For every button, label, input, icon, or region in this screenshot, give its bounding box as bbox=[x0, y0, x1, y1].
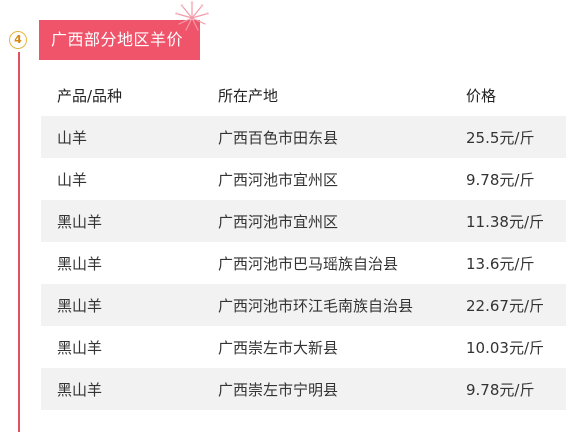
section-number-badge: 4 bbox=[9, 31, 27, 49]
cell-product: 黑山羊 bbox=[57, 296, 103, 315]
cell-product: 山羊 bbox=[57, 128, 88, 147]
table-header-row: 产品/品种 所在产地 价格 bbox=[41, 74, 566, 116]
table-row: 山羊 广西河池市宜州区 9.78元/斤 bbox=[41, 158, 566, 200]
table-row: 黑山羊 广西河池市宜州区 11.38元/斤 bbox=[41, 200, 566, 242]
cell-price: 10.03元/斤 bbox=[466, 338, 544, 357]
cell-origin: 广西河池市巴马瑶族自治县 bbox=[218, 254, 399, 273]
cell-origin: 广西崇左市宁明县 bbox=[218, 380, 339, 399]
cell-price: 25.5元/斤 bbox=[466, 128, 535, 147]
header-price: 价格 bbox=[466, 86, 497, 105]
cell-origin: 广西河池市环江毛南族自治县 bbox=[218, 296, 414, 315]
table-row: 黑山羊 广西崇左市宁明县 9.78元/斤 bbox=[41, 368, 566, 410]
cell-product: 黑山羊 bbox=[57, 254, 103, 273]
cell-price: 22.67元/斤 bbox=[466, 296, 544, 315]
table-row: 黑山羊 广西河池市环江毛南族自治县 22.67元/斤 bbox=[41, 284, 566, 326]
cell-price: 9.78元/斤 bbox=[466, 170, 535, 189]
cell-origin: 广西崇左市大新县 bbox=[218, 338, 339, 357]
table-row: 黑山羊 广西崇左市大新县 10.03元/斤 bbox=[41, 326, 566, 368]
cell-origin: 广西河池市宜州区 bbox=[218, 170, 339, 189]
cell-origin: 广西百色市田东县 bbox=[218, 128, 339, 147]
header-product: 产品/品种 bbox=[57, 86, 123, 105]
sheep-price-table: 产品/品种 所在产地 价格 山羊 广西百色市田东县 25.5元/斤 山羊 广西河… bbox=[41, 74, 566, 410]
timeline-line bbox=[18, 52, 20, 432]
cell-product: 黑山羊 bbox=[57, 212, 103, 231]
cell-price: 13.6元/斤 bbox=[466, 254, 535, 273]
cell-product: 山羊 bbox=[57, 170, 88, 189]
cell-price: 9.78元/斤 bbox=[466, 380, 535, 399]
cell-price: 11.38元/斤 bbox=[466, 212, 544, 231]
cell-product: 黑山羊 bbox=[57, 380, 103, 399]
cell-origin: 广西河池市宜州区 bbox=[218, 212, 339, 231]
cell-product: 黑山羊 bbox=[57, 338, 103, 357]
header-origin: 所在产地 bbox=[218, 86, 279, 105]
table-row: 黑山羊 广西河池市巴马瑶族自治县 13.6元/斤 bbox=[41, 242, 566, 284]
table-row: 山羊 广西百色市田东县 25.5元/斤 bbox=[41, 116, 566, 158]
firework-icon bbox=[175, 1, 209, 31]
